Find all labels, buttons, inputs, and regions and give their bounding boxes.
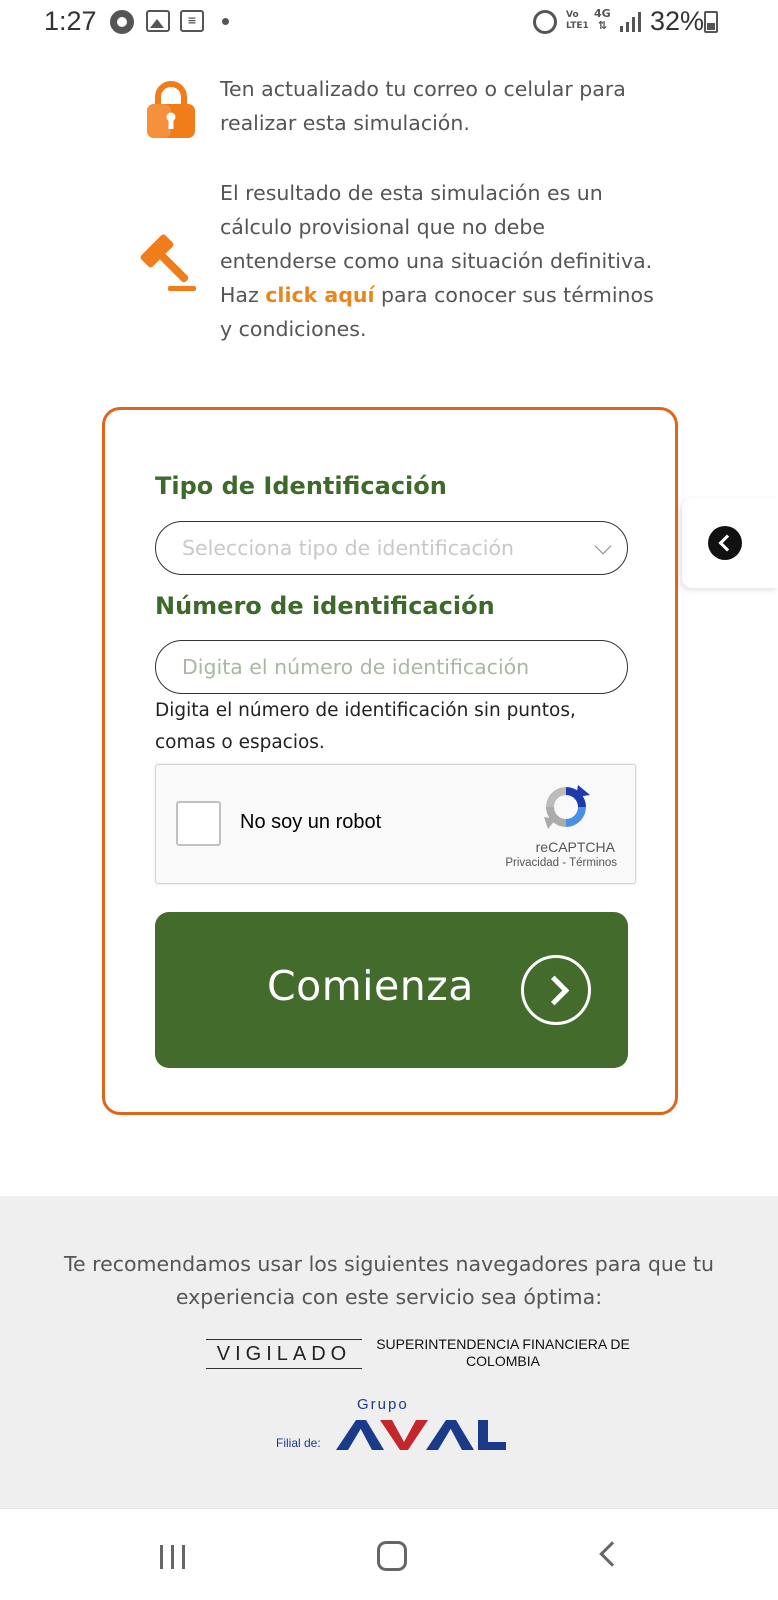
- chevron-left-icon: [708, 526, 742, 560]
- footer: Te recomendamos usar los siguientes nave…: [0, 1196, 778, 1508]
- recaptcha-privacy-terms-link[interactable]: Privacidad - Términos: [505, 857, 617, 869]
- arrow-right-circle-icon: [521, 955, 591, 1025]
- recaptcha-checkbox[interactable]: [176, 801, 221, 846]
- lock-icon: [147, 81, 195, 138]
- id-type-select[interactable]: Selecciona tipo de identificación: [155, 521, 628, 575]
- chrome-icon: [110, 10, 134, 34]
- battery-percent: 32%: [650, 6, 705, 36]
- vigilado-logo: VIGILADO: [206, 1339, 362, 1369]
- side-panel-toggle[interactable]: [682, 498, 778, 588]
- recent-apps-icon[interactable]: [160, 1545, 190, 1569]
- browser-recommendation-text: Te recomendamos usar los siguientes nave…: [63, 1252, 715, 1309]
- id-number-help-text: Digita el número de identificación sin p…: [155, 700, 576, 753]
- signal-icon: [620, 12, 642, 32]
- volte-icon: Vo LTE1: [566, 10, 589, 31]
- recaptcha-logo-icon: [544, 785, 590, 829]
- news-icon: ≡: [180, 10, 204, 32]
- superintendencia-label: SUPERINTENDENCIA FINANCIERA DE COLOMBIA: [376, 1336, 630, 1369]
- chevron-down-icon: [594, 537, 612, 555]
- network-label: 4G: [594, 7, 611, 20]
- recaptcha-widget: No soy un robot reCAPTCHA Privacidad - T…: [155, 764, 636, 884]
- status-bar: 1:27 ≡ Vo LTE1 4G ⇅ 32%: [0, 0, 778, 50]
- notification-dot-icon: [222, 18, 229, 25]
- back-icon[interactable]: [599, 1541, 625, 1567]
- id-number-input[interactable]: Digita el número de identificación: [155, 640, 628, 694]
- gallery-icon: [146, 10, 170, 32]
- status-time: 1:27: [44, 6, 97, 36]
- system-navigation-bar: [0, 1508, 778, 1600]
- start-button[interactable]: Comienza: [155, 912, 628, 1068]
- grupo-aval-logo: [336, 1420, 506, 1450]
- home-icon[interactable]: [377, 1541, 407, 1571]
- start-button-label: Comienza: [267, 962, 474, 1010]
- terms-link[interactable]: click aquí: [265, 283, 374, 307]
- battery-icon: [704, 11, 718, 33]
- network-4g-icon: 4G ⇅: [594, 7, 611, 32]
- id-number-placeholder: Digita el número de identificación: [182, 655, 530, 679]
- filial-label: Filial de:: [276, 1436, 321, 1450]
- id-type-label: Tipo de Identificación: [155, 472, 447, 500]
- recaptcha-brand: reCAPTCHA: [535, 839, 615, 855]
- identification-form: Tipo de Identificación Selecciona tipo d…: [102, 407, 678, 1115]
- id-type-placeholder: Selecciona tipo de identificación: [182, 536, 515, 560]
- grupo-label: Grupo: [357, 1396, 409, 1413]
- gavel-icon: [140, 234, 196, 291]
- id-number-label: Número de identificación: [155, 592, 495, 620]
- recaptcha-label: No soy un robot: [240, 811, 382, 833]
- alarm-icon: [533, 10, 557, 34]
- update-contact-text: Ten actualizado tu correo o celular para…: [220, 77, 626, 135]
- disclaimer-text: El resultado de esta simulación es un cá…: [220, 176, 660, 346]
